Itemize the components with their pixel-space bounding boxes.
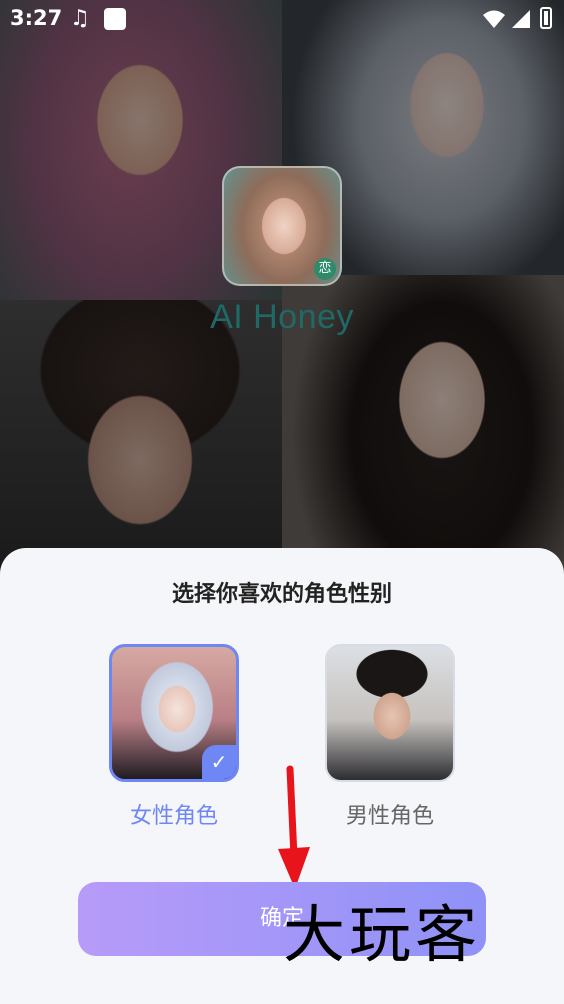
male-role-avatar[interactable] [325, 644, 455, 782]
battery-icon [540, 7, 552, 29]
male-role-option[interactable]: 男性角色 [325, 644, 455, 830]
status-time: 3:27 [10, 6, 63, 30]
app-name: AI Honey [210, 298, 354, 336]
checkmark-icon: ✓ [202, 745, 236, 779]
status-bar: 3:27 ♫ [0, 0, 564, 40]
annotation-arrow-icon [278, 765, 310, 889]
female-role-avatar[interactable]: ✓ [109, 644, 239, 782]
watermark-text: 大玩客 [283, 898, 482, 971]
notification-square-icon [104, 8, 126, 30]
music-note-icon: ♫ [70, 6, 90, 31]
female-role-option[interactable]: ✓ 女性角色 [109, 644, 239, 830]
signal-icon [512, 10, 530, 28]
app-logo: 恋 [222, 166, 342, 286]
female-role-label[interactable]: 女性角色 [109, 798, 239, 830]
wifi-icon [483, 10, 505, 28]
sheet-title: 选择你喜欢的角色性别 [171, 582, 392, 607]
male-role-label[interactable]: 男性角色 [325, 798, 455, 830]
logo-badge: 恋 [314, 258, 336, 280]
